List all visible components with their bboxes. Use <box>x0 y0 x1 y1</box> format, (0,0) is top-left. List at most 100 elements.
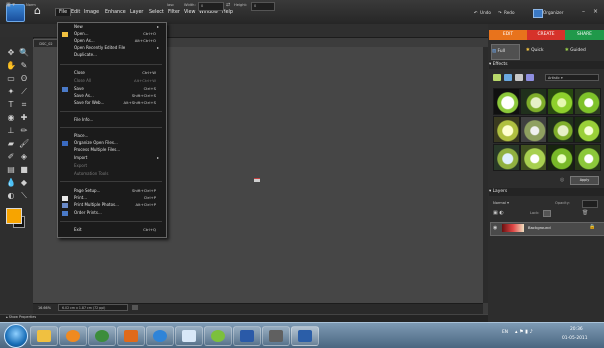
effect-thumbnail[interactable] <box>493 144 520 171</box>
taskbar-mail[interactable] <box>175 326 203 346</box>
file-menu-item[interactable]: Open... <box>74 31 89 36</box>
clock-time[interactable]: 20:36 <box>570 327 583 332</box>
marquee-tool-icon[interactable]: ▦ ▾ <box>6 2 15 8</box>
menu-select[interactable]: Select <box>149 10 164 15</box>
effect-thumbnail[interactable] <box>574 88 601 115</box>
file-menu-item[interactable]: Open As... <box>74 38 95 43</box>
menu-filter[interactable]: Filter <box>168 10 180 15</box>
language-indicator[interactable]: EN <box>502 330 508 335</box>
blur-tool-icon[interactable]: 💧 <box>6 178 16 188</box>
crop-tool-icon[interactable]: ⌗ <box>19 100 29 110</box>
file-menu-item[interactable]: File Info... <box>74 117 93 122</box>
taskbar-app[interactable] <box>117 326 145 346</box>
effect-thumbnail[interactable] <box>520 144 547 171</box>
effect-thumbnail[interactable] <box>547 116 574 143</box>
tab-share[interactable]: SHARE <box>565 30 604 40</box>
file-menu-item[interactable]: Order Prints... <box>74 210 102 215</box>
photo-effects-icon[interactable] <box>515 74 523 81</box>
taskbar-ie[interactable] <box>146 326 174 346</box>
clone-stamp-tool-icon[interactable]: ⊥ <box>6 126 16 136</box>
all-effects-icon[interactable] <box>526 74 534 81</box>
file-menu-item[interactable]: Process Multiple Files... <box>74 147 120 152</box>
menu-file[interactable]: File <box>55 8 72 16</box>
organizer-button[interactable]: Organizer <box>543 10 563 15</box>
clock-date[interactable]: 01-05-2011 <box>562 336 588 341</box>
opacity-input[interactable] <box>582 200 598 208</box>
red-eye-tool-icon[interactable]: ◉ <box>6 113 16 123</box>
effect-thumbnail[interactable] <box>520 88 547 115</box>
file-menu-item[interactable]: Close <box>74 70 85 75</box>
file-menu-item[interactable]: Print... <box>74 195 87 200</box>
effects-panel-header[interactable]: ▾ Effects <box>489 61 604 69</box>
gradient-tool-icon[interactable]: ▤ <box>6 165 16 175</box>
file-menu-item[interactable]: New <box>74 24 83 29</box>
blend-mode-select[interactable]: Normal ▾ <box>493 201 509 205</box>
width-input[interactable]: 0 <box>198 2 224 11</box>
file-menu-item[interactable]: Save for Web... <box>74 100 104 105</box>
effects-category-select[interactable]: Artistic ▾ <box>545 74 599 81</box>
taskbar-photoshop-elements[interactable] <box>291 326 319 346</box>
close-button[interactable]: × <box>593 8 598 15</box>
layer-styles-icon[interactable] <box>504 74 512 81</box>
taskbar-calculator[interactable] <box>262 326 290 346</box>
file-menu-item[interactable]: Import <box>74 155 87 160</box>
status-arrow-icon[interactable] <box>132 305 138 310</box>
type-tool-icon[interactable]: T <box>6 100 16 110</box>
menu-edit[interactable]: Edit <box>71 10 80 15</box>
recompose-tool-icon[interactable]: ◐ <box>6 191 16 201</box>
file-menu-item[interactable]: Print Multiple Photos... <box>74 202 119 207</box>
tab-quick-edit[interactable]: ✱ Quick <box>526 44 544 58</box>
straighten-tool-icon[interactable]: ⟍ <box>19 191 29 201</box>
lock-pixels-icon[interactable] <box>543 210 551 217</box>
layer-eye-icon[interactable]: ◉ <box>493 225 497 231</box>
healing-tool-icon[interactable]: ✚ <box>19 113 29 123</box>
file-menu-item[interactable]: Place... <box>74 133 88 138</box>
sponge-tool-icon[interactable]: ◆ <box>19 178 29 188</box>
file-menu-item[interactable]: Duplicate... <box>74 52 97 57</box>
smart-brush-icon[interactable]: ✐ <box>6 152 16 162</box>
filters-icon[interactable] <box>493 74 501 81</box>
taskbar-messenger[interactable] <box>204 326 232 346</box>
hand-tool-icon[interactable]: ✋ <box>6 61 16 71</box>
file-menu-item[interactable]: Page Setup... <box>74 188 100 193</box>
tab-full-edit[interactable]: ▨ Full <box>491 44 520 60</box>
taskbar-word[interactable] <box>233 326 261 346</box>
effect-thumbnail[interactable] <box>493 88 520 115</box>
tab-create[interactable]: CREATE <box>527 30 565 40</box>
shape-tool-icon[interactable]: ■ <box>19 165 29 175</box>
redo-button[interactable]: Redo <box>504 10 515 15</box>
paint-bucket-icon[interactable]: ◈ <box>19 152 29 162</box>
swap-icon[interactable]: ⇄ <box>226 2 230 8</box>
file-menu-item[interactable]: Save <box>74 86 84 91</box>
foreground-color-swatch[interactable] <box>6 208 22 224</box>
apply-effect-button[interactable]: Apply <box>570 176 599 185</box>
magic-wand-tool-icon[interactable]: ✦ <box>6 87 16 97</box>
zoom-tool-icon[interactable]: 🔍 <box>19 48 29 58</box>
file-menu-item[interactable]: Save As... <box>74 93 94 98</box>
effect-thumbnail[interactable] <box>547 88 574 115</box>
height-input[interactable]: 0 <box>251 2 275 11</box>
file-menu-item[interactable]: Open Recently Edited File <box>74 45 125 50</box>
lasso-tool-icon[interactable]: ʘ <box>19 74 29 84</box>
marquee-tool-icon-2[interactable]: ▭ <box>6 74 16 84</box>
tray-icons[interactable]: ▴ ⚑ ▮ ♪ <box>515 329 533 335</box>
tab-guided-edit[interactable]: ✱ Guided <box>565 44 586 58</box>
file-menu-item[interactable]: Exit <box>74 227 82 232</box>
layers-panel-header[interactable]: ▾ Layers <box>489 188 604 196</box>
effect-thumbnail[interactable] <box>493 116 520 143</box>
document-size-readout[interactable]: 6.02 cm x 1.87 cm (72 ppi) <box>58 304 128 311</box>
menu-image[interactable]: Image <box>84 10 99 15</box>
show-properties-toggle[interactable]: ▴ Show Properties <box>6 315 36 319</box>
minimize-button[interactable]: – <box>582 8 585 15</box>
menu-view[interactable]: View <box>184 10 195 15</box>
eraser-tool-icon[interactable]: ▰ <box>6 139 16 149</box>
delete-layer-icon[interactable]: 🗑 <box>582 210 588 216</box>
pencil-tool-icon[interactable]: ✏ <box>19 126 29 136</box>
effect-thumbnail[interactable] <box>574 116 601 143</box>
effect-thumbnail[interactable] <box>574 144 601 171</box>
taskbar-chrome[interactable] <box>88 326 116 346</box>
effect-thumbnail[interactable] <box>520 116 547 143</box>
canvas-image-thumbnail[interactable] <box>254 178 260 182</box>
menu-enhance[interactable]: Enhance <box>105 10 126 15</box>
menu-layer[interactable]: Layer <box>130 10 143 15</box>
